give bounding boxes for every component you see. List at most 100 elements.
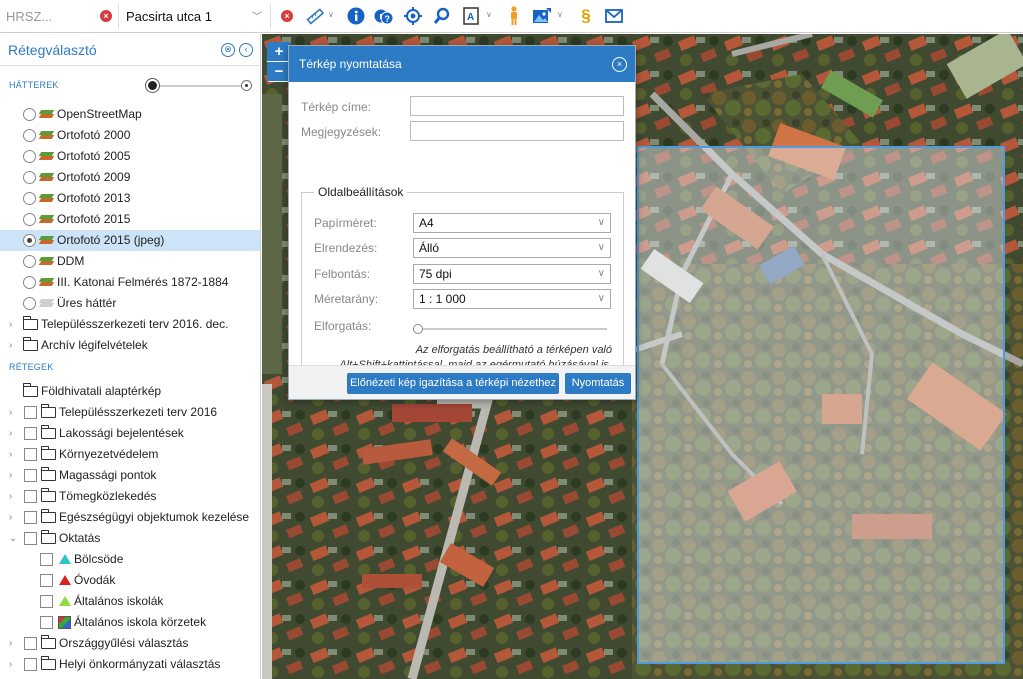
- checkbox[interactable]: [24, 490, 37, 503]
- layer-group-item[interactable]: › Környezetvédelem: [0, 444, 260, 465]
- background-item[interactable]: DDM: [0, 251, 260, 272]
- image-export-icon[interactable]: [532, 6, 552, 26]
- rotation-slider[interactable]: [413, 324, 607, 334]
- slider-handle-right[interactable]: [241, 80, 252, 91]
- scale-select[interactable]: 1 : 1 000 ∨: [413, 289, 611, 309]
- radio-button[interactable]: [23, 129, 36, 142]
- folder-icon: [41, 488, 56, 502]
- background-item[interactable]: Üres háttér: [0, 293, 260, 314]
- radio-button[interactable]: [23, 192, 36, 205]
- chevron-right-icon[interactable]: ›: [9, 444, 12, 465]
- checkbox[interactable]: [24, 532, 37, 545]
- chevron-down-icon[interactable]: ⌄: [9, 528, 17, 549]
- background-item[interactable]: Ortofotó 2009: [0, 167, 260, 188]
- hrsz-search-input[interactable]: HRSZ...: [6, 4, 96, 29]
- resolution-select[interactable]: 75 dpi ∨: [413, 264, 611, 284]
- measure-icon[interactable]: [305, 6, 325, 26]
- radio-button[interactable]: [23, 255, 36, 268]
- chevron-right-icon[interactable]: ›: [9, 402, 12, 423]
- checkbox[interactable]: [40, 616, 53, 629]
- layer-item[interactable]: Általános iskolák: [0, 591, 260, 612]
- search-icon[interactable]: [432, 6, 452, 26]
- layer-item[interactable]: Bölcsöde: [0, 549, 260, 570]
- background-label: DDM: [57, 254, 85, 268]
- folder-icon: [23, 337, 38, 351]
- layer-group-item[interactable]: › Helyi önkormányzati választás: [0, 654, 260, 675]
- layer-group-item[interactable]: › Magassági pontok: [0, 465, 260, 486]
- layer-group-item[interactable]: › Országgyűlési választás: [0, 633, 260, 654]
- chevron-right-icon[interactable]: ›: [9, 486, 12, 507]
- checkbox[interactable]: [24, 427, 37, 440]
- chevron-right-icon[interactable]: ›: [9, 633, 12, 654]
- chevron-down-icon[interactable]: ∨: [328, 10, 334, 19]
- background-item[interactable]: Ortofotó 2000: [0, 125, 260, 146]
- clear-street-icon[interactable]: ×: [281, 10, 293, 22]
- background-item[interactable]: Ortofotó 2013: [0, 188, 260, 209]
- radio-button[interactable]: [23, 276, 36, 289]
- rotation-handle[interactable]: [413, 324, 423, 334]
- chevron-down-icon[interactable]: ∨: [486, 10, 492, 19]
- close-icon[interactable]: ×: [612, 57, 627, 72]
- notes-input[interactable]: [410, 121, 624, 141]
- paragraph-icon[interactable]: §: [576, 6, 596, 26]
- layer-item[interactable]: Általános iskola körzetek: [0, 612, 260, 633]
- background-item[interactable]: III. Katonai Felmérés 1872-1884: [0, 272, 260, 293]
- map-title-input[interactable]: [410, 96, 624, 116]
- chevron-right-icon[interactable]: ›: [9, 423, 12, 444]
- chevron-right-icon[interactable]: ›: [9, 314, 12, 335]
- layer-item[interactable]: Óvodák: [0, 570, 260, 591]
- radio-button[interactable]: [23, 171, 36, 184]
- checkbox[interactable]: [24, 406, 37, 419]
- layer-group-item[interactable]: ⌄ Oktatás: [0, 528, 260, 549]
- chevron-right-icon[interactable]: ›: [9, 465, 12, 486]
- checkbox[interactable]: [24, 469, 37, 482]
- info-icon[interactable]: [346, 6, 366, 26]
- chevron-right-icon[interactable]: ›: [9, 507, 12, 528]
- print-icon[interactable]: A: [461, 6, 481, 26]
- background-item[interactable]: Ortofotó 2015 (jpeg): [0, 230, 260, 251]
- query-icon[interactable]: ?: [374, 6, 394, 26]
- layer-group-item[interactable]: › Településszerkezeti terv 2016: [0, 402, 260, 423]
- folder-item[interactable]: › Archív légifelvételek: [0, 335, 260, 356]
- person-icon[interactable]: [504, 6, 524, 26]
- checkbox[interactable]: [24, 511, 37, 524]
- locate-icon[interactable]: [403, 6, 423, 26]
- opacity-slider[interactable]: [146, 79, 252, 93]
- collapse-panel-icon[interactable]: ‹: [239, 43, 253, 57]
- radio-button[interactable]: [23, 297, 36, 310]
- radio-button[interactable]: [23, 213, 36, 226]
- radio-button[interactable]: [23, 234, 36, 247]
- background-item[interactable]: Ortofotó 2015: [0, 209, 260, 230]
- fit-preview-button[interactable]: Előnézeti kép igazítása a térképi nézeth…: [347, 373, 559, 394]
- background-item[interactable]: Ortofotó 2005: [0, 146, 260, 167]
- chevron-down-icon[interactable]: ﹀: [252, 8, 262, 23]
- chevron-right-icon[interactable]: ›: [9, 654, 12, 675]
- checkbox[interactable]: [24, 637, 37, 650]
- slider-handle-left[interactable]: [146, 79, 159, 92]
- checkbox[interactable]: [24, 448, 37, 461]
- background-item[interactable]: OpenStreetMap: [0, 104, 260, 125]
- layer-group-item[interactable]: › Egészségügyi objektumok kezelése: [0, 507, 260, 528]
- paper-size-select[interactable]: A4 ∨: [413, 213, 611, 233]
- radio-button[interactable]: [23, 150, 36, 163]
- mail-icon[interactable]: [604, 6, 624, 26]
- layout-select[interactable]: Álló ∨: [413, 238, 611, 258]
- layer-label: Általános iskolák: [74, 594, 164, 608]
- street-search-input[interactable]: Pacsirta utca 1: [126, 4, 256, 29]
- chevron-down-icon[interactable]: ∨: [557, 10, 563, 19]
- checkbox[interactable]: [40, 595, 53, 608]
- folder-item[interactable]: › Településszerkezeti terv 2016. dec.: [0, 314, 260, 335]
- clear-hrsz-icon[interactable]: ×: [100, 10, 112, 22]
- print-button[interactable]: Nyomtatás: [565, 373, 631, 394]
- layer-group-item[interactable]: Földhivatali alaptérkép: [0, 381, 260, 402]
- checkbox[interactable]: [24, 658, 37, 671]
- layer-group-item[interactable]: › Tömegközlekedés: [0, 486, 260, 507]
- print-preview-frame[interactable]: [637, 146, 1005, 664]
- chevron-right-icon[interactable]: ›: [9, 335, 12, 356]
- checkbox[interactable]: [40, 574, 53, 587]
- layer-group-label: Településszerkezeti terv 2016: [59, 405, 218, 419]
- checkbox[interactable]: [40, 553, 53, 566]
- radio-button[interactable]: [23, 108, 36, 121]
- settings-icon[interactable]: ⊗: [221, 43, 235, 57]
- layer-group-item[interactable]: › Lakossági bejelentések: [0, 423, 260, 444]
